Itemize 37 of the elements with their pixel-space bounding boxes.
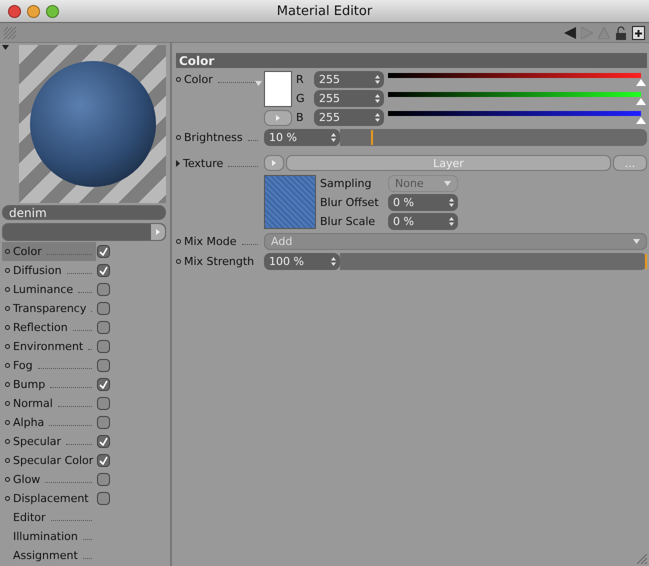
channel-label: R [296, 73, 305, 86]
channel-item[interactable]: Transparency [2, 299, 96, 318]
channel-item[interactable]: Glow [2, 470, 96, 489]
value-field[interactable]: 255 [314, 71, 384, 88]
field-label: Color [184, 73, 213, 86]
window-title: Material Editor [276, 4, 372, 18]
channel-item[interactable]: Diffusion [2, 261, 96, 280]
value-field[interactable]: 100 % [264, 253, 340, 270]
value-field[interactable]: 0 % [388, 213, 458, 230]
field-label: Blur Scale [320, 215, 376, 228]
channel-item[interactable]: Specular [2, 432, 96, 451]
channel-label: B [296, 111, 305, 124]
field-label: Blur Offset [320, 196, 380, 209]
channel-item[interactable]: Reflection [2, 318, 96, 337]
field-label: Mix Strength [184, 255, 254, 268]
field-label: Sampling [320, 177, 372, 190]
channel-item[interactable]: Assignment [2, 546, 96, 565]
channel-item[interactable]: Luminance [2, 280, 96, 299]
channel-item[interactable]: Displacement [2, 489, 96, 508]
field-label: Texture [183, 157, 224, 170]
channel-item[interactable]: Normal [2, 394, 96, 413]
channel-item[interactable]: Fog [2, 356, 96, 375]
field-label: Brightness [184, 131, 243, 144]
channel-item[interactable]: Bump [2, 375, 96, 394]
value-field[interactable]: 255 [314, 109, 384, 126]
channel-item[interactable]: Illumination [2, 527, 96, 546]
value-field[interactable]: 0 % [388, 194, 458, 211]
value-field[interactable]: 255 [314, 90, 384, 107]
channel-label: G [296, 92, 306, 105]
section-header: Color [176, 53, 647, 68]
channel-item[interactable]: Environment [2, 337, 96, 356]
value-field[interactable]: 10 % [264, 129, 340, 146]
channel-item[interactable]: Alpha [2, 413, 96, 432]
name-field[interactable]: denim [2, 205, 166, 220]
channel-item[interactable]: Color [2, 242, 96, 261]
field-label: Mix Mode [184, 235, 237, 248]
channel-item[interactable]: Editor [2, 508, 96, 527]
